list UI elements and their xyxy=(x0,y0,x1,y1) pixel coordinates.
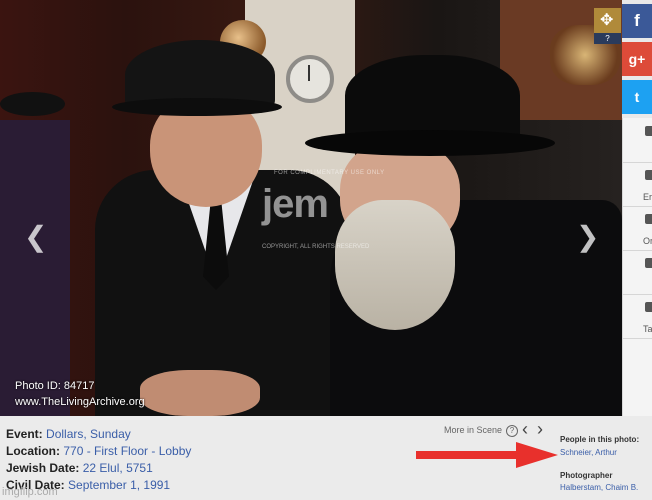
google-plus-share-button[interactable]: g+ xyxy=(622,42,652,76)
jewish-date-label: Jewish Date: xyxy=(6,461,80,475)
background-person xyxy=(0,120,70,416)
move-icon: ✥ xyxy=(600,12,614,29)
help-icon[interactable]: ? xyxy=(506,425,518,437)
jewish-date-link[interactable]: 22 Elul, 5751 xyxy=(83,461,153,475)
handshake xyxy=(140,370,260,416)
panel-icon xyxy=(645,214,652,224)
side-toolbar: Er Orde Tag xyxy=(622,118,652,418)
more-in-scene-label: More in Scene xyxy=(444,425,503,435)
facebook-share-button[interactable]: f xyxy=(622,4,652,38)
location-row: Location: 770 - First Floor - Lobby xyxy=(6,444,191,458)
watermark: FOR COMPLIMENTARY USE ONLY jem COPYRIGHT… xyxy=(262,170,384,254)
photo-info-panel: Event: Dollars, Sunday Location: 770 - F… xyxy=(0,416,652,500)
prev-photo-arrow-icon[interactable]: ❮ xyxy=(24,222,47,252)
side-item-5[interactable]: Tag xyxy=(623,294,652,339)
jewish-date-row: Jewish Date: 22 Elul, 5751 xyxy=(6,461,153,475)
side-item-4[interactable] xyxy=(623,250,652,295)
move-button[interactable]: ✥ ? xyxy=(594,8,621,44)
background-hat xyxy=(0,92,65,116)
panel-icon xyxy=(645,126,652,136)
panel-icon xyxy=(645,302,652,312)
watermark-top-text: FOR COMPLIMENTARY USE ONLY xyxy=(274,170,385,176)
event-link[interactable]: Dollars, Sunday xyxy=(46,427,131,441)
watermark-bottom-text: COPYRIGHT, ALL RIGHTS RESERVED xyxy=(262,244,370,250)
panel-icon xyxy=(645,258,652,268)
event-label: Event: xyxy=(6,427,43,441)
photo-caption: Photo ID: 84717 www.TheLivingArchive.org xyxy=(15,378,145,410)
wall-clock xyxy=(286,55,334,103)
photo-image: FOR COMPLIMENTARY USE ONLY jem COPYRIGHT… xyxy=(0,0,622,416)
event-row: Event: Dollars, Sunday xyxy=(6,427,131,441)
side-item-label: Orde xyxy=(643,236,652,246)
site-url: www.TheLivingArchive.org xyxy=(15,396,145,408)
man-left-hat-brim xyxy=(112,98,282,116)
side-item-1[interactable] xyxy=(623,118,652,163)
watermark-logo: jem xyxy=(262,182,329,226)
person-link[interactable]: Schneier, Arthur xyxy=(560,448,617,457)
side-item-2[interactable]: Er xyxy=(623,162,652,207)
side-item-3[interactable]: Orde xyxy=(623,206,652,251)
red-arrow-annotation xyxy=(416,442,558,468)
location-label: Location: xyxy=(6,444,60,458)
scene-prev-chevron-icon[interactable]: ‹ xyxy=(522,419,528,440)
next-photo-arrow-icon[interactable]: ❯ xyxy=(576,222,599,252)
side-item-label: Tag xyxy=(643,324,652,334)
photographer-label: Photographer xyxy=(560,471,613,480)
location-link[interactable]: 770 - First Floor - Lobby xyxy=(63,444,191,458)
side-item-label: Er xyxy=(643,192,652,202)
rabbi-hat-brim xyxy=(305,130,555,156)
photo-id: Photo ID: 84717 xyxy=(15,380,95,392)
scene-next-chevron-icon[interactable]: › xyxy=(537,419,543,440)
imgflip-watermark: imgflip.com xyxy=(2,486,58,498)
help-icon-small[interactable]: ? xyxy=(594,33,621,44)
people-in-photo-label: People in this photo: xyxy=(560,435,640,444)
panel-icon xyxy=(645,170,652,180)
twitter-share-button[interactable]: t xyxy=(622,80,652,114)
civil-date-link[interactable]: September 1, 1991 xyxy=(68,478,170,492)
photographer-link[interactable]: Halberstam, Chaim B. xyxy=(560,483,638,492)
